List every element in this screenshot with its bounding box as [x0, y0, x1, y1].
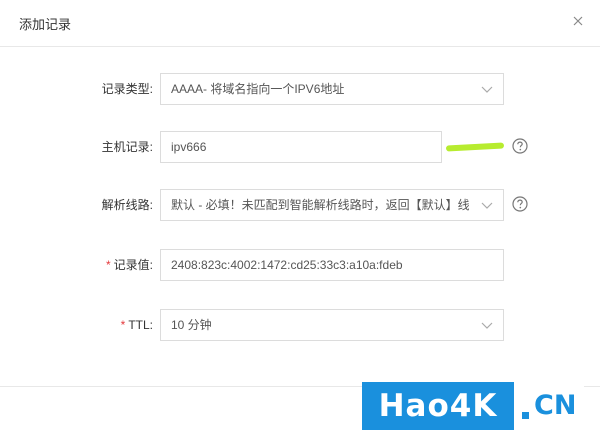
ttl-select[interactable]: 10 分钟: [160, 309, 504, 341]
record-type-value: AAAA- 将域名指向一个IPV6地址: [171, 82, 345, 96]
host-record-row: 主机记录: ipv666: [0, 131, 600, 163]
record-type-label: 记录类型:: [101, 82, 153, 96]
chevron-down-icon: [481, 86, 493, 93]
watermark-right: CN: [534, 390, 577, 421]
resolution-line-label: 解析线路:: [101, 198, 153, 212]
required-mark: *: [105, 258, 111, 272]
watermark: Hao4K CN: [362, 382, 584, 430]
resolution-line-select[interactable]: 默认 - 必填！未匹配到智能解析线路时，返回【默认】线路...: [160, 189, 504, 221]
question-circle-icon[interactable]: [512, 138, 528, 154]
record-value-label: * 记录值:: [105, 258, 153, 272]
dialog-title: 添加记录: [19, 17, 72, 32]
record-value-value: 2408:823c:4002:1472:cd25:33c3:a10a:fdeb: [171, 258, 403, 272]
dialog-header: 添加记录: [0, 0, 600, 47]
question-circle-icon[interactable]: [512, 196, 528, 212]
highlight-marker: [445, 142, 505, 152]
host-record-input[interactable]: ipv666: [160, 131, 442, 163]
resolution-line-row: 解析线路: 默认 - 必填！未匹配到智能解析线路时，返回【默认】线路...: [0, 189, 600, 221]
record-value-row: * 记录值: 2408:823c:4002:1472:cd25:33c3:a10a…: [0, 249, 600, 281]
watermark-left: Hao4K: [362, 382, 514, 430]
close-icon[interactable]: [571, 14, 585, 28]
chevron-down-icon: [481, 322, 493, 329]
ttl-value: 10 分钟: [171, 318, 212, 332]
resolution-line-value: 默认 - 必填！未匹配到智能解析线路时，返回【默认】线路...: [171, 198, 469, 212]
chevron-down-icon: [481, 202, 493, 209]
required-mark: *: [120, 318, 126, 332]
host-record-label: 主机记录:: [101, 140, 153, 154]
host-record-value: ipv666: [171, 140, 207, 154]
record-type-row: 记录类型: AAAA- 将域名指向一个IPV6地址: [0, 73, 600, 105]
watermark-dot: [522, 412, 529, 419]
ttl-row: * TTL: 10 分钟: [0, 309, 600, 341]
record-type-select[interactable]: AAAA- 将域名指向一个IPV6地址: [160, 73, 504, 105]
ttl-label: * TTL:: [120, 318, 153, 332]
record-value-input[interactable]: 2408:823c:4002:1472:cd25:33c3:a10a:fdeb: [160, 249, 504, 281]
